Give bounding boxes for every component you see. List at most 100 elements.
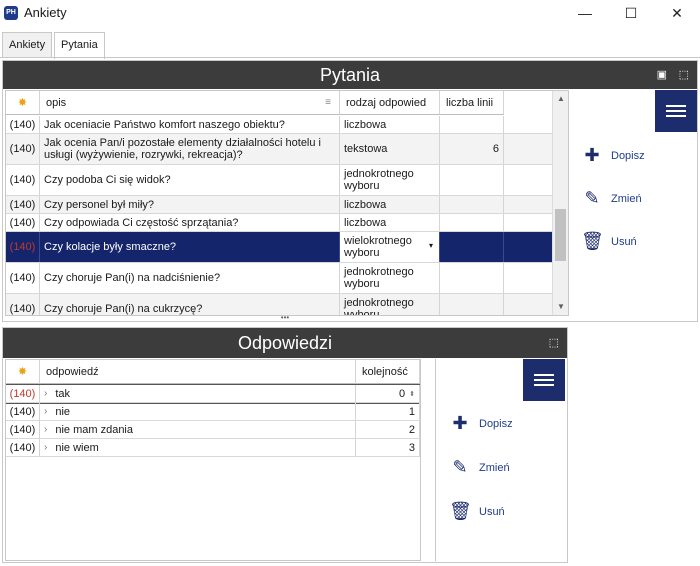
answers-add-button[interactable]: ✚ Dopisz [449, 413, 512, 434]
row-id: (140) [6, 134, 40, 164]
table-row[interactable]: (140) Jak ocenia Pan/i pozostałe elementy… [6, 134, 552, 165]
table-row[interactable]: (140) › tak 0 ⬍ [6, 384, 420, 404]
row-odpowiedz-value: nie mam zdania [55, 423, 133, 436]
window-title: Ankiety [24, 5, 67, 20]
row-liczba[interactable] [440, 214, 504, 231]
questions-menu-button[interactable] [655, 90, 697, 132]
row-id: (140) [6, 385, 40, 402]
panel-splitter[interactable]: ••• [270, 313, 300, 323]
row-liczba[interactable] [440, 116, 504, 133]
row-liczba[interactable] [440, 232, 504, 262]
row-kolejnosc[interactable]: 2 [356, 421, 420, 438]
row-id: (140) [6, 263, 40, 293]
answers-panel-header: Odpowiedzi ⬚ [3, 328, 567, 358]
delete-label: Usuń [611, 235, 637, 248]
minimize-button[interactable]: — [562, 0, 608, 28]
trash-icon: 🗑 [581, 231, 604, 251]
questions-edit-button[interactable]: ✎ Zmień [581, 188, 641, 209]
table-row[interactable]: (140) Czy personel był miły? liczbowa [6, 196, 552, 214]
divider [435, 359, 436, 561]
questions-scrollbar[interactable]: ▲ ▼ [552, 91, 568, 315]
row-odpowiedz-value: nie [55, 405, 71, 418]
chevron-right-icon[interactable]: › [44, 406, 47, 417]
table-row[interactable]: (140) Czy odpowiada Ci częstość sprzątani… [6, 214, 552, 232]
scroll-thumb[interactable] [555, 209, 566, 261]
row-id: (140) [6, 421, 40, 438]
hamburger-icon [655, 105, 697, 117]
row-odpowiedz[interactable]: › nie [40, 403, 356, 420]
answers-delete-button[interactable]: 🗑 Usuń [449, 501, 505, 522]
scroll-down-icon[interactable]: ▼ [553, 299, 568, 315]
col-kolejnosc[interactable]: kolejność [356, 360, 420, 384]
row-id: (140) [6, 232, 40, 262]
row-opis[interactable]: Czy podoba Ci się widok? [40, 165, 340, 195]
close-button[interactable]: ✕ [654, 0, 700, 28]
row-odpowiedz[interactable]: › nie mam zdania [40, 421, 356, 438]
row-id: (140) [6, 116, 40, 133]
row-rodzaj[interactable]: tekstowa [340, 134, 440, 164]
new-row-star-icon[interactable]: ✸ [6, 91, 40, 115]
row-kolejnosc[interactable]: 3 [356, 439, 420, 456]
questions-grid: ✸ opis ≡ rodzaj odpowied liczba linii (1… [5, 90, 569, 316]
row-id: (140) [6, 214, 40, 231]
answers-edit-button[interactable]: ✎ Zmień [449, 457, 509, 478]
row-id: (140) [6, 294, 40, 315]
dropdown-chevron-icon[interactable]: ▾ [429, 240, 433, 252]
col-opis[interactable]: opis ≡ [40, 91, 340, 115]
select-icon[interactable]: ⬚ [549, 328, 559, 358]
row-liczba[interactable] [440, 165, 504, 195]
row-rodzaj[interactable]: liczbowa [340, 196, 440, 213]
row-liczba[interactable]: 6 [440, 134, 504, 164]
table-row[interactable]: (140) Jak oceniacie Państwo komfort nasze… [6, 116, 552, 134]
table-row[interactable]: (140) › nie 1 [6, 403, 420, 421]
row-rodzaj[interactable]: jednokrotnego wyboru [340, 165, 440, 195]
row-liczba[interactable] [440, 196, 504, 213]
answers-panel: Odpowiedzi ⬚ ✸ odpowiedź kolejność (140)… [2, 327, 568, 563]
chevron-right-icon[interactable]: › [44, 388, 47, 399]
row-opis[interactable]: Czy odpowiada Ci częstość sprzątania? [40, 214, 340, 231]
row-kolejnosc-value: 2 [408, 423, 415, 436]
table-row[interactable]: (140) › nie wiem 3 [6, 439, 420, 457]
row-opis[interactable]: Czy choruje Pan(i) na nadciśnienie? [40, 263, 340, 293]
chevron-right-icon[interactable]: › [44, 442, 47, 453]
table-row[interactable]: (140) › nie mam zdania 2 [6, 421, 420, 439]
questions-delete-button[interactable]: 🗑 Usuń [581, 231, 637, 252]
row-rodzaj[interactable]: wielokrotnego wyboru ▾ [340, 232, 440, 262]
select-icon[interactable]: ⬚ [679, 61, 689, 89]
maximize-button[interactable]: ☐ [608, 0, 654, 28]
row-opis[interactable]: Czy personel był miły? [40, 196, 340, 213]
row-rodzaj-value: liczbowa [344, 118, 387, 131]
layout-icon[interactable]: ▣ [657, 61, 667, 89]
col-odpowiedz[interactable]: odpowiedź [40, 360, 356, 384]
edit-icon: ✎ [452, 457, 468, 477]
tab-pytania[interactable]: Pytania [54, 32, 105, 59]
row-opis[interactable]: Jak ocenia Pan/i pozostałe elementy dzia… [40, 134, 340, 164]
row-rodzaj[interactable]: liczbowa [340, 214, 440, 231]
row-rodzaj[interactable]: liczbowa [340, 116, 440, 133]
row-odpowiedz[interactable]: › tak [40, 385, 356, 402]
questions-add-button[interactable]: ✚ Dopisz [581, 145, 644, 166]
new-row-star-icon[interactable]: ✸ [6, 360, 40, 384]
tab-ankiety[interactable]: Ankiety [2, 32, 53, 58]
row-liczba[interactable] [440, 263, 504, 293]
row-liczba[interactable] [440, 294, 504, 315]
row-rodzaj[interactable]: jednokrotnego wyboru [340, 263, 440, 293]
row-odpowiedz[interactable]: › nie wiem [40, 439, 356, 456]
table-row[interactable]: (140) Czy choruje Pan(i) na nadciśnienie?… [6, 263, 552, 294]
filter-icon[interactable]: ≡ [325, 91, 331, 115]
table-row[interactable]: (140) Czy podoba Ci się widok? jednokrotne… [6, 165, 552, 196]
row-opis[interactable]: Czy kolacje były smaczne? [40, 232, 340, 262]
col-liczba[interactable]: liczba linii [440, 91, 504, 115]
row-kolejnosc[interactable]: 0 ⬍ [356, 385, 420, 402]
answers-menu-button[interactable] [523, 359, 565, 401]
col-rodzaj[interactable]: rodzaj odpowied [340, 91, 440, 115]
row-kolejnosc[interactable]: 1 [356, 403, 420, 420]
plus-icon: ✚ [584, 145, 600, 165]
spinner-icon[interactable]: ⬍ [409, 390, 415, 398]
scroll-up-icon[interactable]: ▲ [553, 91, 568, 107]
row-opis[interactable]: Jak oceniacie Państwo komfort naszego ob… [40, 116, 340, 133]
table-row[interactable]: (140) Czy kolacje były smaczne? wielokrotn… [6, 232, 552, 263]
chevron-right-icon[interactable]: › [44, 424, 47, 435]
row-rodzaj[interactable]: jednokrotnego wyboru [340, 294, 440, 315]
title-bar: PH Ankiety — ☐ ✕ [0, 0, 700, 28]
